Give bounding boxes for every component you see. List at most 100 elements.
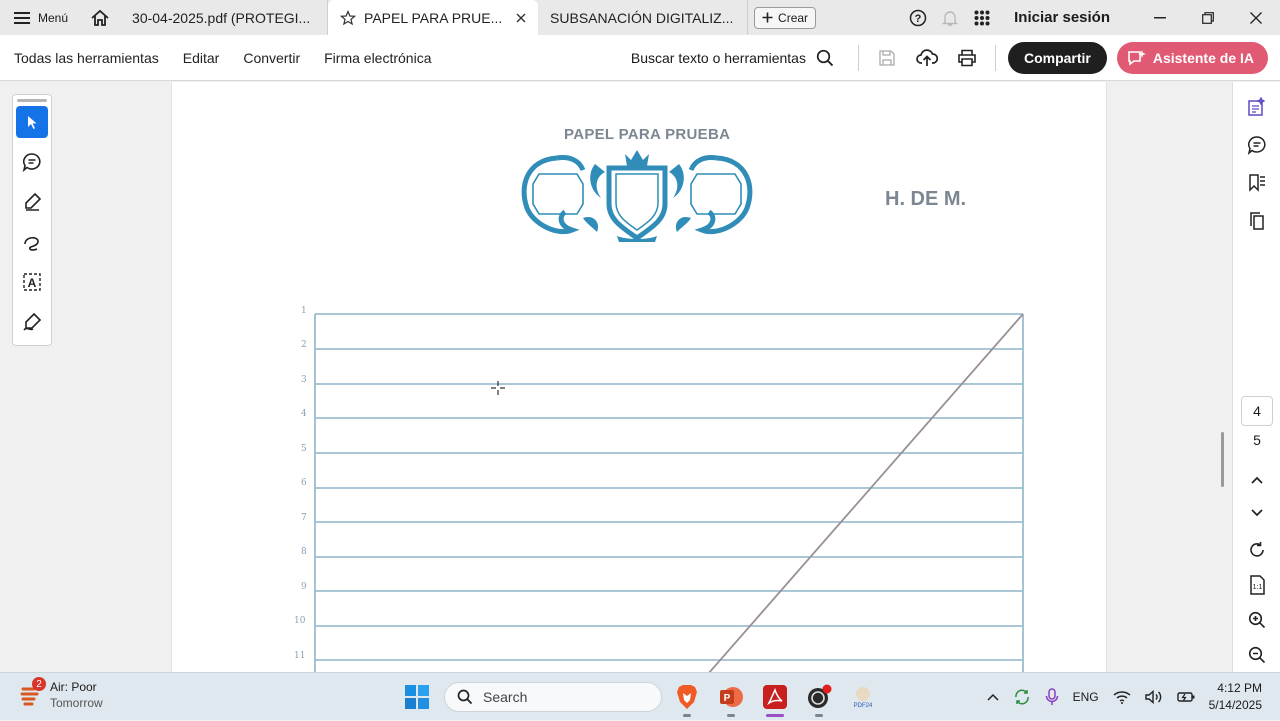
search-tools-button[interactable]: Buscar texto o herramientas: [631, 49, 850, 67]
tab-papel-para-prueba[interactable]: PAPEL PARA PRUE...: [328, 0, 539, 35]
document-code: H. DE M.: [885, 188, 967, 210]
taskbar-app-pdf24[interactable]: PDF24: [848, 682, 878, 712]
ai-assistant-button[interactable]: Asistente de IA: [1116, 41, 1268, 74]
total-pages: 5: [1253, 432, 1261, 448]
next-page-button[interactable]: [1233, 494, 1280, 532]
toolbar-divider: [857, 44, 859, 71]
cursor-arrow-icon: [28, 116, 37, 129]
tab-label: PAPEL PARA PRUE...: [364, 9, 503, 26]
taskbar-app-powerpoint[interactable]: P: [716, 682, 746, 717]
select-tool[interactable]: [16, 106, 48, 138]
close-tab-icon[interactable]: [516, 13, 526, 23]
windows-taskbar: 2 Air: Poor Tomorrow Search P PDF24 ENG: [0, 672, 1280, 720]
chevron-up-icon[interactable]: [987, 693, 999, 701]
create-button[interactable]: Crear: [754, 6, 817, 29]
upload-button[interactable]: [907, 35, 947, 81]
volume-icon[interactable]: [1144, 690, 1163, 704]
highlight-tool[interactable]: [16, 186, 48, 218]
pdf-page[interactable]: PAPEL PARA PRUEBA H. DE M. 1 2 3 4 5 6 7…: [171, 82, 1107, 672]
rotate-button[interactable]: [1233, 531, 1280, 569]
brave-browser-icon: [677, 685, 697, 709]
save-icon: [879, 49, 895, 66]
printer-icon: [958, 49, 976, 66]
share-button[interactable]: Compartir: [1007, 41, 1107, 74]
menu-button[interactable]: Menú: [0, 0, 80, 35]
input-language[interactable]: ENG: [1073, 690, 1099, 704]
zoom-out-button[interactable]: [1233, 636, 1280, 674]
menu-convert[interactable]: Convertir: [231, 50, 312, 66]
plus-icon: [762, 12, 773, 23]
search-icon: [816, 49, 834, 66]
tab-pdf-1[interactable]: 30-04-2025.pdf (PROTEGI...: [120, 0, 329, 35]
text-box-icon: A: [23, 273, 41, 291]
wifi-icon[interactable]: [1113, 690, 1131, 704]
svg-text:?: ?: [915, 13, 922, 25]
microphone-icon[interactable]: [1045, 688, 1059, 706]
weather-subtitle: Tomorrow: [50, 696, 103, 710]
taskbar-app-acrobat[interactable]: [760, 682, 790, 717]
close-icon: [1250, 11, 1262, 24]
menu-e-signature[interactable]: Firma electrónica: [312, 50, 443, 66]
restore-button[interactable]: [1184, 0, 1232, 35]
battery-icon[interactable]: [1176, 691, 1195, 703]
weather-widget[interactable]: 2 Air: Poor Tomorrow: [20, 677, 103, 711]
sync-icon[interactable]: [1013, 688, 1031, 706]
line-number: 7: [301, 513, 307, 523]
notifications-button[interactable]: [934, 0, 966, 35]
home-icon: [91, 9, 109, 26]
current-page-input[interactable]: 4: [1241, 396, 1273, 426]
bookmark-icon: [1249, 174, 1265, 192]
system-clock[interactable]: 4:12 PM 5/14/2025: [1209, 680, 1262, 714]
close-window-button[interactable]: [1232, 0, 1280, 35]
cloud-upload-icon: [916, 48, 938, 66]
hamburger-icon: [14, 11, 30, 24]
taskbar-app-brave[interactable]: [672, 682, 702, 717]
document-header-title: PAPEL PARA PRUEBA: [564, 126, 731, 143]
draw-tool[interactable]: [16, 226, 48, 258]
right-side-panel: 4 5 1:1: [1232, 82, 1280, 672]
search-tools-label: Buscar texto o herramientas: [630, 49, 806, 66]
menu-label: Menú: [38, 10, 69, 25]
weather-title: Air: Poor: [50, 680, 97, 694]
tab-subsanacion[interactable]: SUBSANACIÓN DIGITALIZ...: [538, 0, 749, 35]
comment-tool[interactable]: [16, 146, 48, 178]
signature-tool[interactable]: [16, 306, 48, 338]
minimize-button[interactable]: [1136, 0, 1184, 35]
svg-text:PDF24: PDF24: [854, 703, 873, 709]
line-number: 9: [301, 582, 307, 592]
taskbar-search[interactable]: Search: [444, 682, 662, 712]
help-button[interactable]: ?: [902, 0, 934, 35]
comments-panel-button[interactable]: [1233, 126, 1280, 164]
line-number: 4: [301, 409, 307, 419]
signin-button[interactable]: Iniciar sesión: [998, 9, 1136, 26]
bookmarks-panel-button[interactable]: [1233, 164, 1280, 202]
app-active-indicator: [766, 714, 784, 717]
text-tool[interactable]: A: [16, 266, 48, 298]
copy-pages-button[interactable]: [1233, 202, 1280, 240]
home-button[interactable]: [80, 0, 120, 35]
powerpoint-icon: P: [720, 687, 743, 707]
save-button[interactable]: [867, 35, 907, 81]
zoom-in-button[interactable]: [1233, 601, 1280, 639]
menu-all-tools[interactable]: Todas las herramientas: [0, 50, 171, 66]
print-button[interactable]: [947, 35, 987, 81]
rotate-icon: [1250, 542, 1264, 557]
menu-edit[interactable]: Editar: [171, 50, 232, 66]
fit-page-button[interactable]: 1:1: [1233, 566, 1280, 604]
tab-label: SUBSANACIÓN DIGITALIZ...: [550, 9, 734, 26]
line-number: 10: [294, 616, 306, 626]
zoom-in-icon: [1248, 611, 1266, 629]
quick-tools-panel: A: [12, 94, 52, 346]
pdf24-icon: PDF24: [854, 687, 873, 709]
apps-button[interactable]: [966, 0, 998, 35]
panel-grip[interactable]: [17, 99, 47, 102]
taskbar-search-placeholder: Search: [483, 689, 528, 705]
page-thumbnails-button[interactable]: [1233, 88, 1280, 126]
svg-text:P: P: [724, 693, 731, 704]
app-running-indicator: [683, 714, 691, 717]
windows-start-icon[interactable]: [404, 684, 430, 710]
fit-page-icon: 1:1: [1250, 575, 1265, 595]
star-icon[interactable]: [340, 9, 357, 26]
vertical-scrollbar[interactable]: [1221, 432, 1224, 487]
taskbar-app-obs[interactable]: [804, 682, 834, 717]
